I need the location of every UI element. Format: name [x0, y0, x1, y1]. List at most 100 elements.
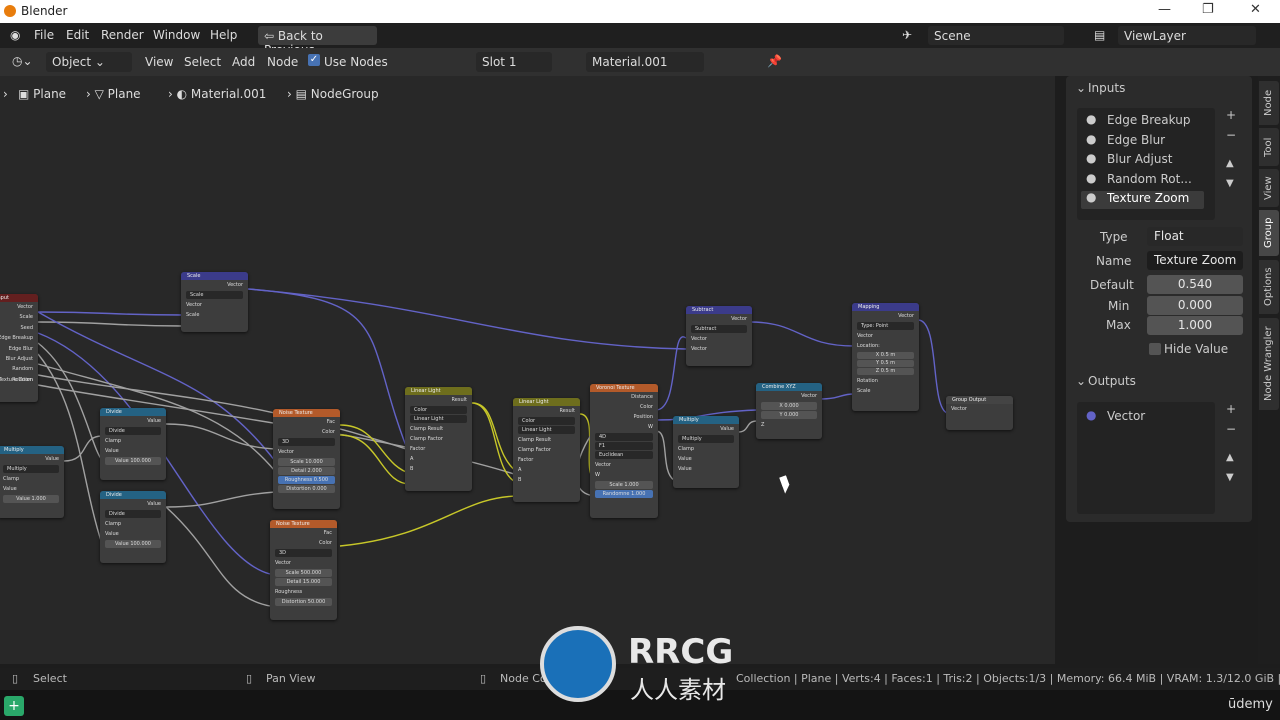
- input-item-edge-breakup[interactable]: Edge Breakup: [1107, 113, 1190, 127]
- socket-vector-in[interactable]: Vector: [270, 558, 337, 568]
- value-field[interactable]: Value 100.000: [105, 540, 161, 548]
- socket-value-out[interactable]: Value: [100, 416, 166, 426]
- clamp-result-checkbox[interactable]: Clamp Result: [405, 424, 472, 434]
- tab-view[interactable]: View: [1259, 169, 1279, 207]
- location-z-field[interactable]: Z 0.5 m: [857, 368, 914, 375]
- socket-edge-blur[interactable]: Edge Blur: [0, 344, 38, 354]
- socket-color[interactable]: Color: [590, 402, 658, 412]
- socket-vector-in-2[interactable]: Vector: [686, 344, 752, 354]
- scene-selector[interactable]: Scene: [928, 26, 1064, 45]
- socket-a[interactable]: A: [513, 465, 580, 475]
- inputs-expand-icon[interactable]: ⌄: [1076, 81, 1086, 95]
- add-icon[interactable]: +: [4, 696, 24, 716]
- socket-vector-out[interactable]: Vector: [686, 314, 752, 324]
- noise-texture-node-1[interactable]: Noise Texture Fac Color 3D Vector Scale …: [273, 409, 340, 509]
- tab-node[interactable]: Node: [1259, 81, 1279, 125]
- socket-vector-in[interactable]: Vector: [273, 447, 340, 457]
- x-field[interactable]: X 0.000: [761, 402, 817, 410]
- breadcrumb-nodegroup[interactable]: › ▤ NodeGroup: [287, 87, 379, 101]
- menu-file[interactable]: File: [34, 28, 54, 42]
- input-item-texture-zoom[interactable]: Texture Zoom: [1107, 191, 1189, 205]
- distortion-field[interactable]: Distortion 0.000: [278, 485, 335, 493]
- input-item-blur-adjust[interactable]: Blur Adjust: [1107, 152, 1172, 166]
- add-input-icon[interactable]: +: [1226, 108, 1236, 122]
- menu-edit[interactable]: Edit: [66, 28, 89, 42]
- linear-light-node-2[interactable]: Linear Light Result Color Linear Light C…: [513, 398, 580, 502]
- add-output-icon[interactable]: +: [1226, 402, 1236, 416]
- detail-field[interactable]: Detail 2.000: [278, 467, 335, 475]
- operation-dropdown[interactable]: Subtract: [691, 325, 747, 333]
- min-field[interactable]: 0.000: [1147, 296, 1243, 315]
- node-canvas[interactable]: Input Vector Scale Seed Edge Breakup Edg…: [0, 76, 1055, 664]
- socket-value-out[interactable]: Value: [100, 499, 166, 509]
- socket-color[interactable]: Color: [273, 427, 340, 437]
- socket-factor[interactable]: Factor: [513, 455, 580, 465]
- location-y-field[interactable]: Y 0.5 m: [857, 360, 914, 367]
- value-field[interactable]: Value 1.000: [3, 495, 59, 503]
- mapping-node[interactable]: Mapping Vector Type: Point Vector Locati…: [852, 303, 919, 411]
- socket-z-in[interactable]: Z: [756, 420, 822, 430]
- tab-group[interactable]: Group: [1259, 210, 1279, 256]
- name-field[interactable]: Texture Zoom: [1147, 251, 1243, 270]
- socket-value-in-1[interactable]: Value: [673, 454, 739, 464]
- breadcrumb-material[interactable]: › ◐ Material.001: [168, 87, 266, 101]
- menu-add[interactable]: Add: [232, 55, 255, 69]
- minimize-icon[interactable]: —: [1158, 2, 1171, 17]
- menu-window[interactable]: Window: [153, 28, 200, 42]
- socket-vector-out[interactable]: Vector: [852, 311, 919, 321]
- close-icon[interactable]: ✕: [1250, 2, 1261, 17]
- socket-scale[interactable]: Scale: [852, 386, 919, 396]
- linear-light-node-1[interactable]: Linear Light Result Color Linear Light C…: [405, 387, 472, 491]
- back-to-previous-button[interactable]: ⇦ Back to Previous: [258, 26, 377, 57]
- inputs-header[interactable]: Inputs: [1088, 81, 1125, 95]
- clamp-checkbox[interactable]: Clamp: [0, 474, 64, 484]
- value-field[interactable]: Value 100.000: [105, 457, 161, 465]
- operation-dropdown[interactable]: Multiply: [678, 435, 734, 443]
- menu-render[interactable]: Render: [101, 28, 144, 42]
- subtract-node[interactable]: Subtract Vector Subtract Vector Vector: [686, 306, 752, 366]
- hide-value-checkbox[interactable]: [1149, 343, 1161, 355]
- socket-a[interactable]: A: [405, 454, 472, 464]
- data-type-dropdown[interactable]: Color: [410, 406, 467, 414]
- scale-field[interactable]: Scale 10.000: [278, 458, 335, 466]
- output-move-down-icon[interactable]: ▼: [1226, 472, 1234, 483]
- menu-select[interactable]: Select: [184, 55, 221, 69]
- type-dropdown[interactable]: Type: Point: [857, 322, 914, 330]
- y-field[interactable]: Y 0.000: [761, 411, 817, 419]
- input-item-edge-blur[interactable]: Edge Blur: [1107, 133, 1165, 147]
- group-output-node[interactable]: Group Output Vector: [946, 396, 1013, 430]
- socket-vector-in[interactable]: Vector: [852, 331, 919, 341]
- socket-position[interactable]: Position: [590, 412, 658, 422]
- socket-roughness-in[interactable]: Roughness: [270, 587, 337, 597]
- blend-mode-dropdown[interactable]: Linear Light: [410, 415, 467, 423]
- clamp-checkbox[interactable]: Clamp: [673, 444, 739, 454]
- socket-color[interactable]: Color: [270, 538, 337, 548]
- socket-value-out[interactable]: Value: [0, 454, 64, 464]
- scale-field[interactable]: Scale 500.000: [275, 569, 332, 577]
- move-up-icon[interactable]: ▲: [1226, 158, 1234, 169]
- socket-scale[interactable]: Scale: [0, 312, 38, 322]
- output-move-up-icon[interactable]: ▲: [1226, 452, 1234, 463]
- clamp-checkbox[interactable]: Clamp: [100, 519, 166, 529]
- socket-value-in[interactable]: Value: [0, 484, 64, 494]
- multiply-node-2[interactable]: Multiply Value Multiply Clamp Value Valu…: [673, 416, 739, 488]
- socket-value-in[interactable]: Value: [100, 529, 166, 539]
- randomness-field[interactable]: Randomne 1.000: [595, 490, 653, 498]
- socket-blur-adjust[interactable]: Blur Adjust: [0, 354, 38, 364]
- clamp-factor-checkbox[interactable]: Clamp Factor: [513, 445, 580, 455]
- dimension-dropdown[interactable]: 4D: [595, 433, 653, 441]
- operation-dropdown[interactable]: Divide: [105, 427, 161, 435]
- inputs-list[interactable]: ● Edge Breakup ● Edge Blur ● Blur Adjust…: [1077, 108, 1215, 220]
- tab-tool[interactable]: Tool: [1259, 128, 1279, 166]
- menu-help[interactable]: Help: [210, 28, 237, 42]
- socket-vector-in[interactable]: Vector: [181, 300, 248, 310]
- data-type-dropdown[interactable]: Color: [518, 417, 575, 425]
- combine-xyz-node[interactable]: Combine XYZ Vector X 0.000 Y 0.000 Z: [756, 383, 822, 439]
- viewlayer-icon[interactable]: ▤: [1094, 28, 1105, 42]
- socket-distance[interactable]: Distance: [590, 392, 658, 402]
- noise-texture-node-2[interactable]: Noise Texture Fac Color 3D Vector Scale …: [270, 520, 337, 620]
- metric-dropdown[interactable]: Euclidean: [595, 451, 653, 459]
- dimension-dropdown[interactable]: 3D: [275, 549, 332, 557]
- divide-node-2[interactable]: Divide Value Divide Clamp Value Value 10…: [100, 491, 166, 563]
- socket-fac[interactable]: Fac: [270, 528, 337, 538]
